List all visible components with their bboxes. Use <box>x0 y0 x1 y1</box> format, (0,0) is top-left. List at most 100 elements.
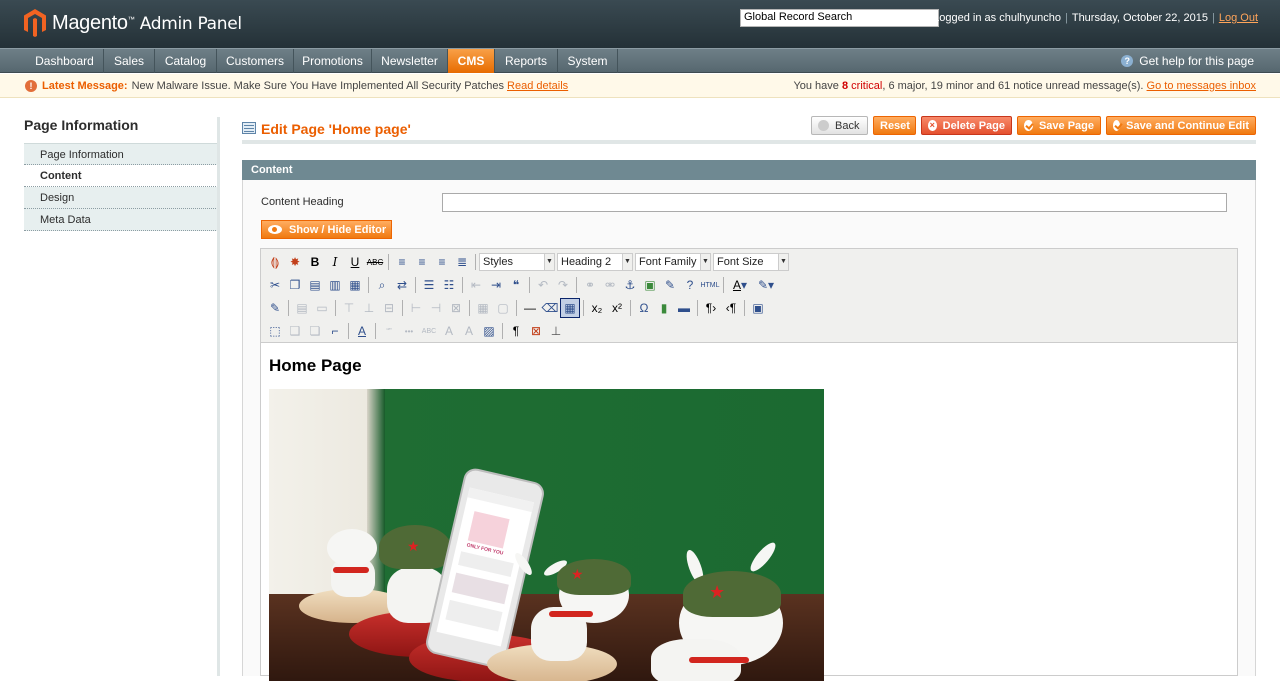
col-after-icon[interactable]: ⊣ <box>426 298 446 318</box>
nav-cms[interactable]: CMS <box>448 49 495 73</box>
bold-icon[interactable]: B <box>305 252 325 272</box>
merge-cells-icon[interactable]: ▢ <box>493 298 513 318</box>
superscript-icon[interactable]: x² <box>607 298 627 318</box>
fullscreen-icon[interactable]: ▣ <box>748 298 768 318</box>
redo-icon[interactable]: ↷ <box>553 275 573 295</box>
show-hide-editor-button[interactable]: Show / Hide Editor <box>261 220 392 239</box>
font-family-select[interactable]: Font Family ▼ <box>635 253 711 271</box>
sidebar-tab-meta-data[interactable]: Meta Data <box>24 209 220 231</box>
undo-icon[interactable]: ↶ <box>533 275 553 295</box>
row-before-icon[interactable]: ⊤ <box>339 298 359 318</box>
remove-format-icon[interactable]: ⌫ <box>540 298 560 318</box>
row-after-icon[interactable]: ⊥ <box>359 298 379 318</box>
blockquote-icon[interactable]: ❝ <box>506 275 526 295</box>
content-heading-input[interactable] <box>442 193 1227 212</box>
edit-icon[interactable]: ✎ <box>265 298 285 318</box>
styleprops-icon[interactable]: A <box>352 321 372 341</box>
delete-page-button[interactable]: × Delete Page <box>921 116 1012 135</box>
magento-logo[interactable]: Magento™ Admin Panel <box>24 8 242 38</box>
save-page-button[interactable]: Save Page <box>1017 116 1101 135</box>
rtl-icon[interactable]: ‹¶ <box>721 298 741 318</box>
paste-word-icon[interactable]: ▦ <box>345 275 365 295</box>
text-color-icon[interactable]: A ▾ <box>727 275 753 295</box>
cut-icon[interactable]: ✂ <box>265 275 285 295</box>
visual-chars-icon[interactable]: ⊠ <box>526 321 546 341</box>
split-cells-icon[interactable]: ▦ <box>473 298 493 318</box>
nav-system[interactable]: System <box>558 49 618 73</box>
read-details-link[interactable]: Read details <box>507 74 568 98</box>
outdent-icon[interactable]: ⇤ <box>466 275 486 295</box>
global-search-input[interactable]: Global Record Search <box>740 9 939 27</box>
cleanup-icon[interactable]: ✎ <box>660 275 680 295</box>
align-center-icon[interactable]: ≡ <box>412 252 432 272</box>
absolute-icon[interactable]: ⌐ <box>325 321 345 341</box>
nav-customers[interactable]: Customers <box>217 49 294 73</box>
home-page-image[interactable]: ★ ONLY FOR YOU ★ ★ <box>269 389 824 681</box>
align-right-icon[interactable]: ≡ <box>432 252 452 272</box>
copy-icon[interactable]: ❐ <box>285 275 305 295</box>
nav-catalog[interactable]: Catalog <box>155 49 217 73</box>
save-continue-button[interactable]: Save and Continue Edit <box>1106 116 1256 135</box>
image-icon[interactable]: ▣ <box>640 275 660 295</box>
nav-sales[interactable]: Sales <box>104 49 155 73</box>
unlink-icon[interactable]: ⚮ <box>600 275 620 295</box>
move-backward-icon[interactable]: ❏ <box>305 321 325 341</box>
attribs-icon[interactable]: ▨ <box>479 321 499 341</box>
horizontal-rule-icon[interactable]: — <box>520 298 540 318</box>
messages-inbox-link[interactable]: Go to messages inbox <box>1147 80 1256 92</box>
strikethrough-icon[interactable]: ABC <box>365 252 385 272</box>
sidebar-tab-content[interactable]: Content <box>24 165 220 187</box>
special-char-icon[interactable]: Ω <box>634 298 654 318</box>
anchor-icon[interactable]: ⚓ <box>620 275 640 295</box>
replace-icon[interactable]: ⇄ <box>392 275 412 295</box>
numbered-list-icon[interactable]: ☷ <box>439 275 459 295</box>
nonbreaking-icon[interactable]: ⊥ <box>546 321 566 341</box>
delete-row-icon[interactable]: ⊟ <box>379 298 399 318</box>
sidebar-tab-design[interactable]: Design <box>24 187 220 209</box>
cite-icon[interactable]: “” <box>379 321 399 341</box>
insert-layer-icon[interactable]: ⬚ <box>265 321 285 341</box>
table-row-props-icon[interactable]: ▤ <box>292 298 312 318</box>
table-cell-props-icon[interactable]: ▭ <box>312 298 332 318</box>
del-icon[interactable]: A <box>439 321 459 341</box>
nav-reports[interactable]: Reports <box>495 49 558 73</box>
paste-icon[interactable]: ▤ <box>305 275 325 295</box>
bullet-list-icon[interactable]: ☰ <box>419 275 439 295</box>
subscript-icon[interactable]: x₂ <box>587 298 607 318</box>
hr-advanced-icon[interactable]: ▬ <box>674 298 694 318</box>
insert-widget-icon[interactable]: ⟬⟭ <box>265 252 285 272</box>
format-select[interactable]: Heading 2 ▼ <box>557 253 633 271</box>
align-left-icon[interactable]: ≡ <box>392 252 412 272</box>
underline-icon[interactable]: U <box>345 252 365 272</box>
nav-promotions[interactable]: Promotions <box>294 49 372 73</box>
col-before-icon[interactable]: ⊢ <box>406 298 426 318</box>
delete-col-icon[interactable]: ⊠ <box>446 298 466 318</box>
acronym-icon[interactable]: ABC <box>419 321 439 341</box>
html-source-icon[interactable]: HTML <box>700 275 720 295</box>
background-color-icon[interactable]: ✎▾ <box>753 275 779 295</box>
show-blocks-icon[interactable]: ¶ <box>506 321 526 341</box>
nav-dashboard[interactable]: Dashboard <box>26 49 104 73</box>
help-editor-icon[interactable]: ? <box>680 275 700 295</box>
italic-icon[interactable]: I <box>325 252 345 272</box>
font-size-select[interactable]: Font Size ▼ <box>713 253 789 271</box>
insert-variable-icon[interactable]: ✸ <box>285 252 305 272</box>
styles-select[interactable]: Styles ▼ <box>479 253 555 271</box>
visual-aid-icon[interactable]: ▦ <box>560 298 580 318</box>
ltr-icon[interactable]: ¶› <box>701 298 721 318</box>
indent-icon[interactable]: ⇥ <box>486 275 506 295</box>
find-icon[interactable]: ⌕ <box>372 275 392 295</box>
link-icon[interactable]: ⚭ <box>580 275 600 295</box>
align-justify-icon[interactable]: ≣ <box>452 252 472 272</box>
reset-button[interactable]: Reset <box>873 116 916 135</box>
nav-newsletter[interactable]: Newsletter <box>372 49 448 73</box>
paste-text-icon[interactable]: ▥ <box>325 275 345 295</box>
abbr-icon[interactable]: ••• <box>399 321 419 341</box>
help-link[interactable]: ? Get help for this page <box>1121 49 1254 73</box>
ins-icon[interactable]: A <box>459 321 479 341</box>
sidebar-tab-page-information[interactable]: Page Information <box>24 143 220 165</box>
editor-content[interactable]: Home Page ★ ONLY FOR YOU ★ ★ <box>261 344 1237 681</box>
move-forward-icon[interactable]: ❑ <box>285 321 305 341</box>
logout-link[interactable]: Log Out <box>1219 12 1258 24</box>
media-icon[interactable]: ▮ <box>654 298 674 318</box>
